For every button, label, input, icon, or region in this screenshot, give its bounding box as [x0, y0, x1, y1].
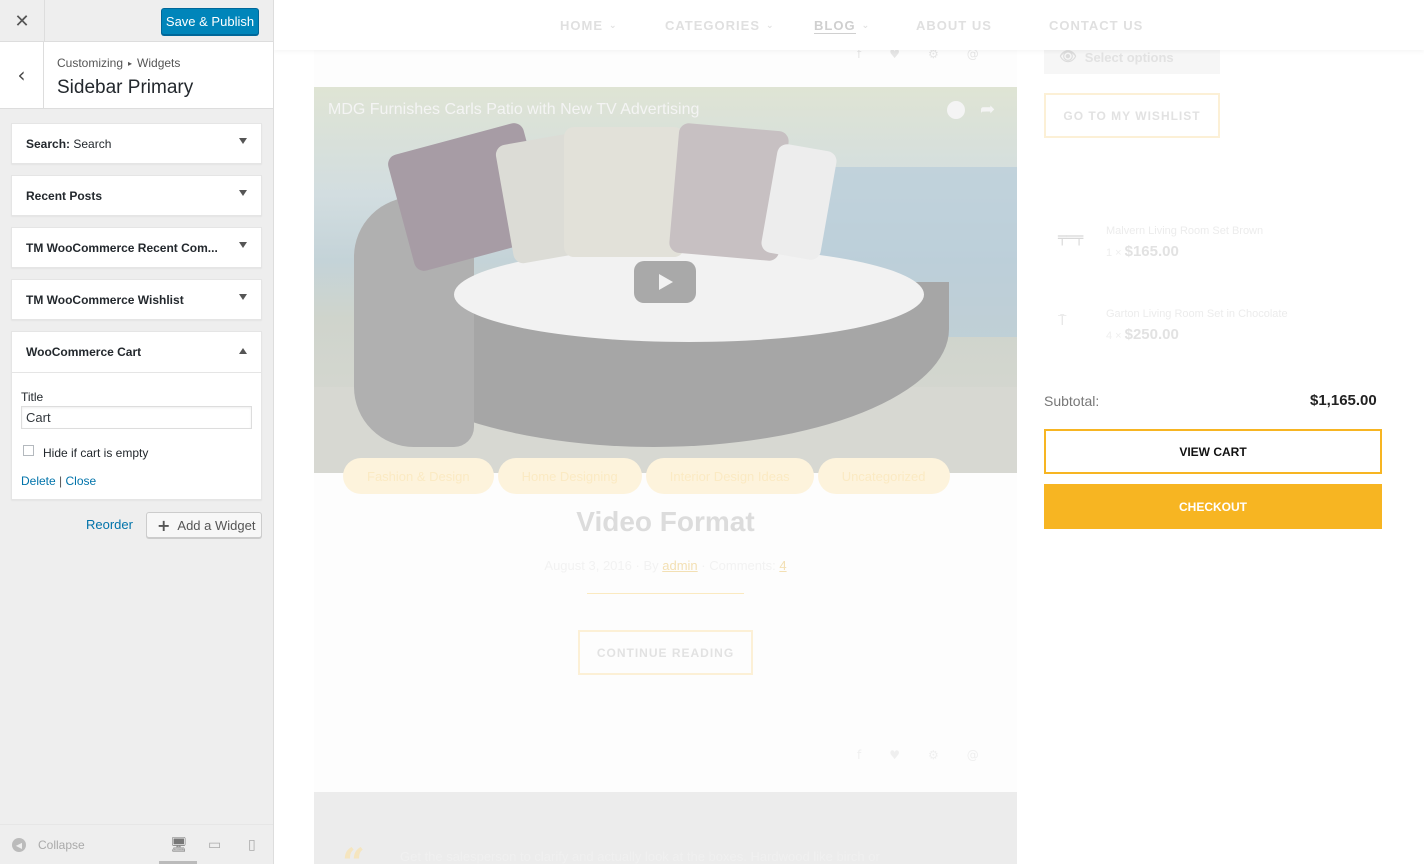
mobile-icon[interactable]: ▯ [248, 837, 256, 853]
widget-recent-posts[interactable]: Recent Posts [11, 175, 262, 216]
customizer-footer: ◀ Collapse 🖥 ▭ ▯ [0, 824, 273, 864]
nav-item-categories[interactable]: CATEGORIES ⌄ [665, 18, 775, 33]
post-comments-link[interactable]: 4 [779, 558, 786, 573]
post-meta: August 3, 2016 · By admin · Comments: 4 [544, 558, 787, 573]
cart-item-name[interactable]: Garton Living Room Set in Chocolate [1106, 308, 1288, 320]
main-navigation: HOME ⌄ CATEGORIES ⌄ BLOG ⌄ ABOUT US CONTACT… [274, 0, 1424, 50]
widget-title: Search: Search [26, 137, 112, 151]
reorder-link[interactable]: Reorder [86, 517, 133, 532]
quote-post: “ Get the salesperson to clarify and act… [314, 792, 1017, 864]
expand-arrow-icon[interactable] [239, 294, 247, 300]
post-divider [587, 593, 744, 594]
widget-title: WooCommerce Cart [26, 345, 142, 359]
breadcrumb-item: Widgets [137, 56, 181, 70]
expand-arrow-icon[interactable] [239, 190, 247, 196]
cart-item-name[interactable]: Malvern Living Room Set Brown [1106, 225, 1263, 237]
cart-item: ⍑ Garton Living Room Set in Chocolate 4 … [1058, 308, 1398, 358]
cart-item-price: 4 × $250.00 [1106, 326, 1179, 343]
close-link[interactable]: Close [66, 474, 97, 488]
tag[interactable]: Uncategorized [817, 458, 950, 494]
site-preview: HOME ⌄ CATEGORIES ⌄ BLOG ⌄ ABOUT US CONTACT… [274, 0, 1424, 864]
post-by-label: By [643, 558, 659, 573]
view-cart-button[interactable]: VIEW CART [1044, 429, 1382, 474]
widget-title: Recent Posts [26, 189, 103, 203]
product-thumbnail[interactable]: ⍑ [1058, 313, 1088, 333]
nav-item-contact[interactable]: CONTACT US [1049, 18, 1143, 33]
cart-item: ╤═╤ Malvern Living Room Set Brown 1 × $16… [1058, 225, 1398, 275]
collapse-arrow-icon[interactable] [239, 348, 247, 354]
expand-arrow-icon[interactable] [239, 138, 247, 144]
product-thumbnail[interactable]: ╤═╤ [1058, 230, 1088, 250]
save-publish-button[interactable]: Save & Publish [161, 8, 259, 35]
chevron-down-icon: ⌄ [766, 20, 775, 31]
checkout-button[interactable]: CHECKOUT [1044, 484, 1382, 529]
customizer-sidebar: ✕ Save & Publish ‹ Customizing ▸ Widgets… [0, 0, 274, 864]
desktop-icon[interactable]: 🖥 [170, 837, 188, 853]
select-options-label: Select options [1084, 49, 1174, 65]
post-tags: Fashion & Design Home Designing Interior… [343, 458, 950, 494]
actions-separator: | [59, 474, 63, 488]
section-title: Sidebar Primary [57, 77, 194, 98]
go-to-wishlist-button[interactable]: GO TO MY WISHLIST [1044, 93, 1220, 138]
widget-cart[interactable]: WooCommerce Cart Title Hide if cart is e… [11, 331, 262, 500]
post-date: August 3, 2016 [544, 558, 632, 573]
widget-title: TM WooCommerce Wishlist [26, 293, 184, 307]
widget-title: TM WooCommerce Recent Com... [26, 241, 218, 255]
share-icons[interactable]: f♥⚙@ [857, 748, 1007, 762]
hide-if-empty-label[interactable]: Hide if cart is empty [43, 446, 148, 460]
plus-icon: + [157, 515, 171, 535]
widget-actions: Delete | Close [21, 474, 96, 488]
title-field-label: Title [21, 390, 44, 404]
collapse-icon[interactable]: ◀ [12, 838, 26, 852]
video-thumbnail-pillow [564, 127, 684, 257]
post-comments-label: Comments: [709, 558, 776, 573]
delete-link[interactable]: Delete [21, 474, 56, 488]
tag[interactable]: Interior Design Ideas [645, 458, 814, 494]
nav-item-home[interactable]: HOME ⌄ [560, 18, 618, 33]
quote-icon: “ [342, 840, 366, 864]
video-embed[interactable]: MDG Furnishes Carls Patio with New TV Ad… [314, 87, 1017, 473]
subtotal-label: Subtotal: [1044, 393, 1100, 409]
collapse-button[interactable]: Collapse [38, 838, 85, 852]
tag[interactable]: Fashion & Design [343, 458, 494, 494]
widget-wishlist[interactable]: TM WooCommerce Wishlist [11, 279, 262, 320]
chevron-down-icon: ⌄ [609, 20, 618, 31]
play-icon[interactable] [634, 261, 696, 303]
chevron-down-icon: ⌄ [861, 21, 871, 31]
video-title[interactable]: MDG Furnishes Carls Patio with New TV Ad… [328, 101, 699, 119]
add-widget-label: Add a Widget [177, 517, 256, 533]
quote-text: Get the salesperson to clarify and actua… [400, 849, 880, 864]
cart-item-price: 1 × $165.00 [1106, 243, 1179, 260]
expand-arrow-icon[interactable] [239, 242, 247, 248]
close-icon[interactable]: ✕ [0, 0, 45, 42]
customizer-header: ✕ Save & Publish [0, 0, 273, 42]
nav-item-blog[interactable]: BLOG ⌄ [814, 18, 870, 34]
hide-if-empty-checkbox[interactable] [23, 445, 34, 456]
widget-recent-comments[interactable]: TM WooCommerce Recent Com... [11, 227, 262, 268]
continue-reading-button[interactable]: CONTINUE READING [578, 630, 753, 675]
widget-search[interactable]: Search: Search [11, 123, 262, 164]
back-arrow-icon[interactable]: ‹ [0, 42, 44, 108]
nav-item-about[interactable]: ABOUT US [916, 18, 992, 33]
add-widget-button[interactable]: + Add a Widget [146, 512, 262, 538]
clock-icon[interactable] [947, 101, 965, 119]
subtotal-value: $1,165.00 [1310, 392, 1377, 409]
breadcrumb: Customizing ▸ Widgets [57, 56, 180, 70]
tag[interactable]: Home Designing [497, 458, 642, 494]
post-title[interactable]: Video Format [314, 506, 1017, 538]
breadcrumb-separator-icon: ▸ [128, 58, 133, 68]
breadcrumb-item: Customizing [57, 56, 124, 70]
post-author-link[interactable]: admin [662, 558, 697, 573]
section-header: ‹ Customizing ▸ Widgets Sidebar Primary [0, 42, 273, 109]
eye-icon: 👁 [1059, 49, 1077, 65]
widget-cart-form: Title Hide if cart is empty Delete | Clo… [12, 372, 261, 499]
tablet-icon[interactable]: ▭ [208, 837, 221, 853]
title-field[interactable] [21, 406, 252, 429]
share-icon[interactable]: ➦ [980, 99, 995, 120]
